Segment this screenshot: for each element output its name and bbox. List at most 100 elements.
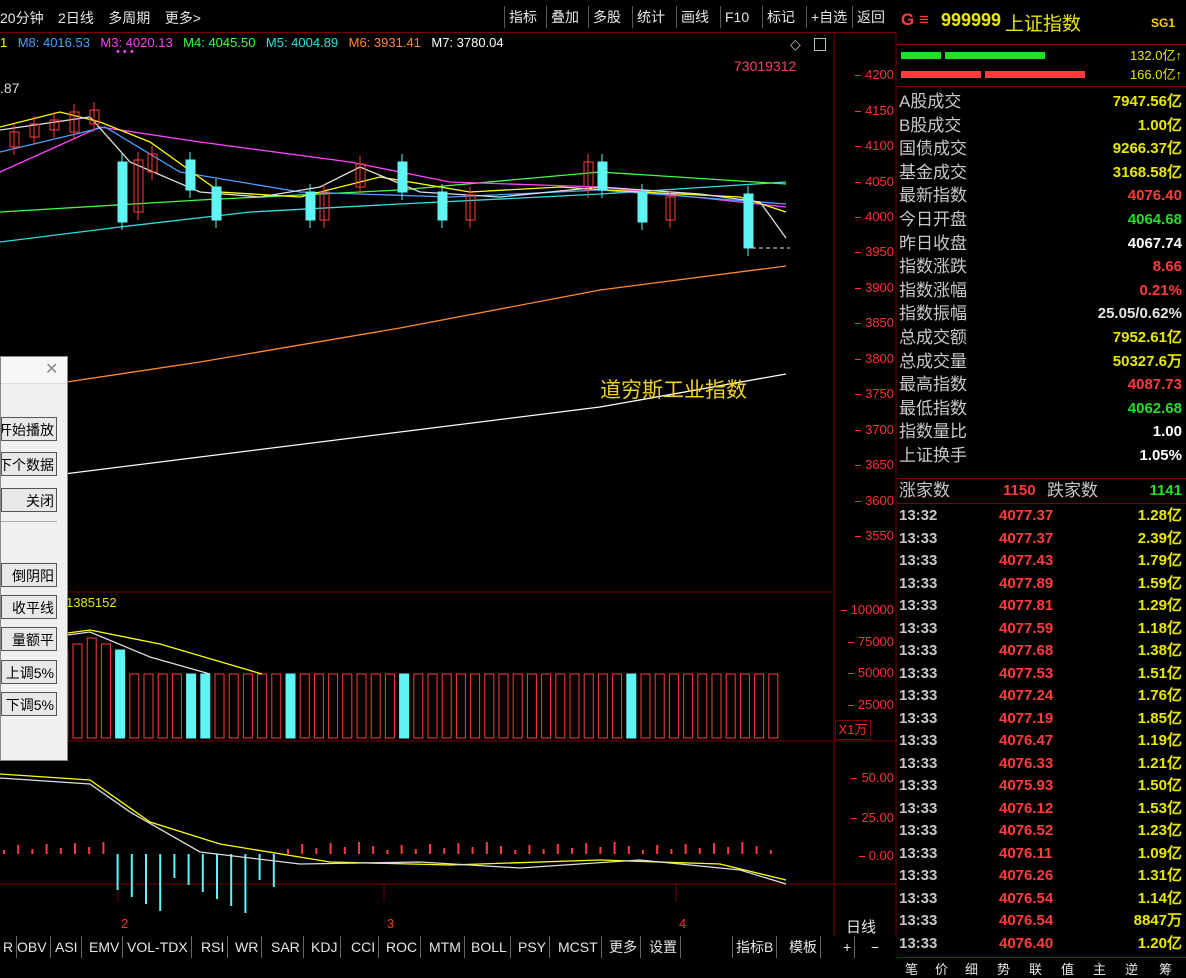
multi-period[interactable]: 多周期 (108, 10, 150, 26)
tab-trend[interactable]: 势 (997, 959, 1010, 978)
volume-bar (271, 673, 282, 739)
tick-vol: 1.14亿 (1137, 889, 1182, 907)
volume-bar (697, 673, 708, 739)
price-tick: 3800 (855, 351, 894, 366)
tab-mcst[interactable]: MCST (555, 936, 602, 958)
tab-detail[interactable]: 细 (965, 959, 978, 978)
tick-row: 13:33 4077.53 1.51亿 (899, 663, 1184, 685)
price-tick: 4100 (855, 138, 894, 153)
tab-trades[interactable]: 笔 (905, 959, 918, 978)
volume-bar (739, 673, 750, 739)
tab-rsi[interactable]: RSI (198, 936, 229, 958)
grid-menu-icon[interactable]: G ≡ (901, 10, 929, 30)
back-button[interactable]: 返回 (852, 6, 889, 28)
tick-vol: 1.28亿 (1137, 507, 1182, 524)
quote-row-label: B股成交 (899, 115, 962, 135)
overlay-button[interactable]: 叠加 (546, 6, 583, 28)
tab-linked[interactable]: 联 (1029, 959, 1042, 978)
zoom-out-button[interactable]: − (868, 936, 882, 958)
quote-row-value: 8.66 (1152, 258, 1182, 276)
tick-time: 13:33 (899, 822, 938, 839)
adjust-up-button[interactable]: 上调5% (1, 660, 57, 684)
tick-time: 13:33 (899, 934, 938, 952)
oscillator-axis: 50.00 25.00 0.00 (834, 742, 894, 872)
tick-row: 13:33 4076.54 1.14亿 (899, 888, 1184, 910)
tick-price: 4076.40 (999, 934, 1054, 952)
tick-price: 4077.81 (999, 597, 1054, 614)
tick-time: 13:33 (899, 552, 938, 569)
code-number: 73019312 (734, 58, 797, 74)
invert-yinyang-button[interactable]: 倒阴阳 (1, 563, 57, 587)
period-20min[interactable]: 20分钟 (0, 10, 44, 26)
tick-row: 13:33 4077.68 1.38亿 (899, 640, 1184, 662)
mark-button[interactable]: 标记 (762, 6, 799, 28)
quote-row-value: 4076.40 (1127, 187, 1182, 205)
tab-roc[interactable]: ROC (383, 936, 422, 958)
tick-time: 13:33 (899, 799, 938, 817)
close-icon[interactable]: ✕ (45, 359, 58, 379)
tab-reverse[interactable]: 逆 (1125, 959, 1138, 978)
period-2day[interactable]: 2日线 (58, 10, 94, 26)
tab-psy[interactable]: PSY (515, 936, 551, 958)
multi-stock-button[interactable]: 多股 (588, 6, 625, 28)
zoom-in-button[interactable]: + (840, 936, 856, 958)
adjust-down-button[interactable]: 下调5% (1, 692, 57, 716)
tab-emv[interactable]: EMV (86, 936, 124, 958)
quote-row-label: 指数涨跌 (899, 257, 967, 277)
tab-cci[interactable]: CCI (348, 936, 380, 958)
indicator-button[interactable]: 指标 (504, 6, 541, 28)
tab-settings[interactable]: 设置 (646, 936, 681, 958)
tab-sar[interactable]: SAR (268, 936, 304, 958)
tick-price: 4076.54 (999, 912, 1054, 929)
tab-price[interactable]: 价 (935, 959, 948, 978)
tab-main[interactable]: 主 (1093, 959, 1106, 978)
tab-indicator-b[interactable]: 指标B (732, 936, 778, 958)
tab-mtm[interactable]: MTM (426, 936, 465, 958)
price-tick: 4050 (855, 174, 894, 189)
tab-template[interactable]: 模板 (786, 936, 821, 958)
draw-line-button[interactable]: 画线 (676, 6, 713, 28)
tab-chips[interactable]: 筹 (1159, 959, 1172, 978)
quote-row-value: 9266.37亿 (1112, 140, 1182, 158)
volume-bar (115, 649, 126, 739)
kline-chart[interactable] (0, 32, 897, 936)
tab-boll[interactable]: BOLL (468, 936, 511, 958)
tick-row: 13:33 4076.47 1.19亿 (899, 730, 1184, 752)
period-label[interactable]: 日线 (846, 916, 876, 937)
tab-vol-tdx[interactable]: VOL-TDX (124, 936, 192, 958)
quote-header: G ≡ 999999 上证指数 SG1 (897, 0, 1186, 45)
tick-vol: 1.19亿 (1137, 732, 1182, 749)
close-button[interactable]: 关闭 (1, 488, 57, 512)
flatten-close-button[interactable]: 收平线 (1, 595, 57, 619)
next-data-button[interactable]: 下个数据 (1, 452, 57, 476)
tick-time: 13:33 (899, 732, 938, 749)
flatten-volume-button[interactable]: 量额平 (1, 627, 57, 651)
quote-row: 国债成交 9266.37亿 (899, 137, 1184, 160)
tab-value[interactable]: 值 (1061, 959, 1074, 978)
quote-row: 指数涨跌 8.66 (899, 255, 1184, 278)
tick-price: 4076.54 (999, 889, 1054, 907)
tick-price: 4076.52 (999, 822, 1054, 839)
tab-asi[interactable]: ASI (52, 936, 82, 958)
volume-bar (129, 673, 140, 739)
tick-price: 4077.68 (999, 642, 1054, 659)
more-menu[interactable]: 更多> (165, 10, 201, 26)
tab-kdj[interactable]: KDJ (308, 936, 342, 958)
tab-obv[interactable]: OBV (14, 936, 51, 958)
tick-price: 4077.37 (999, 507, 1054, 524)
add-favorite-button[interactable]: +自选 (806, 6, 851, 28)
osc-tick: 50.00 (851, 770, 894, 785)
tick-row: 13:33 4077.81 1.29亿 (899, 595, 1184, 617)
f10-button[interactable]: F10 (720, 6, 753, 28)
volume-axis: 100000 75000 50000 25000 (834, 592, 894, 740)
candle-body (185, 159, 196, 191)
volume-bar (583, 673, 594, 739)
volume-bar (498, 673, 509, 739)
tab-more[interactable]: 更多 (606, 936, 641, 958)
tick-time: 13:33 (899, 529, 938, 547)
tab-wr[interactable]: WR (232, 936, 263, 958)
x-axis-label: 4 (679, 916, 687, 931)
start-play-button[interactable]: 开始播放 (1, 417, 57, 441)
statistics-button[interactable]: 统计 (632, 6, 669, 28)
tick-time: 13:33 (899, 844, 938, 862)
